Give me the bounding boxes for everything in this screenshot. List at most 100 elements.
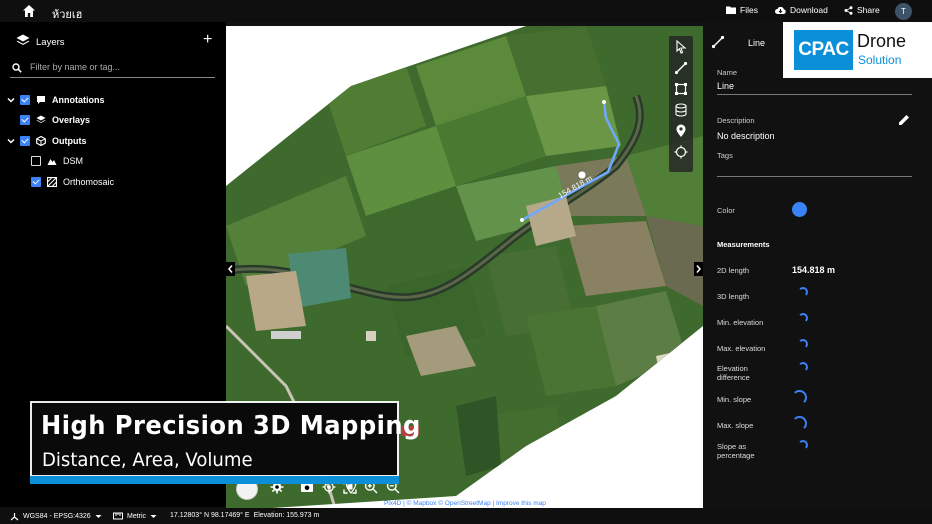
chevron-down-icon[interactable] <box>6 136 16 146</box>
layer-search-input[interactable] <box>30 62 210 72</box>
loading-spinner <box>798 362 808 372</box>
crosshair-icon[interactable] <box>674 145 688 159</box>
dropdown-icon <box>150 514 157 518</box>
line-icon <box>711 35 725 49</box>
logo-brand: CPAC <box>794 30 853 70</box>
files-button[interactable]: Files <box>726 5 758 15</box>
loading-spinner <box>798 440 808 450</box>
chevron-down-icon[interactable] <box>6 95 16 105</box>
download-label: Download <box>790 5 828 15</box>
marker-icon[interactable] <box>674 124 688 138</box>
layer-label: Annotations <box>52 95 105 105</box>
measurements-title: Measurements <box>717 240 770 249</box>
polygon-icon[interactable] <box>674 82 688 96</box>
caption-accent-bar <box>30 476 399 484</box>
image-icon <box>47 177 57 187</box>
orthomosaic-checkbox[interactable] <box>31 177 41 187</box>
tags-label: Tags <box>717 151 733 160</box>
annotation-type: Line <box>748 38 766 48</box>
share-label: Share <box>857 5 880 15</box>
folder-icon <box>726 6 736 14</box>
map-attribution: Pix4D | © Mapbox © OpenStreetMap | Impro… <box>384 500 546 507</box>
dropdown-icon <box>95 515 102 518</box>
description-label: Description <box>717 116 755 125</box>
crs-selector[interactable]: WGS84 - EPSG:4326 <box>10 512 102 521</box>
annotation-panel: Line Name Line Description No descriptio… <box>703 22 932 507</box>
color-label: Color <box>717 206 735 215</box>
status-bar: WGS84 - EPSG:4326 Metric 17.12803° N 98.… <box>0 508 932 524</box>
collapse-left-panel-button[interactable] <box>226 262 235 276</box>
line-icon[interactable] <box>674 61 688 75</box>
measurement-label: Slope as percentage <box>717 442 755 460</box>
attribution-osm[interactable]: © OpenStreetMap <box>438 500 490 507</box>
logo-word-solution: Solution <box>858 53 902 67</box>
layer-overlays[interactable]: Overlays <box>20 113 90 127</box>
annotations-checkbox[interactable] <box>20 95 30 105</box>
loading-spinner <box>792 390 807 405</box>
caption-subtitle: Distance, Area, Volume <box>42 449 253 471</box>
caption-title: High Precision 3D Mapping <box>41 411 421 441</box>
pointer-icon[interactable] <box>674 40 688 54</box>
attribution-pix4d[interactable]: Pix4D <box>384 500 401 507</box>
share-button[interactable]: Share <box>844 5 880 15</box>
layer-search <box>10 60 215 78</box>
measurement-label: 2D length <box>717 266 750 275</box>
measurement-label: Max. slope <box>717 421 754 430</box>
loading-spinner <box>792 416 807 431</box>
tags-underline[interactable] <box>717 176 912 177</box>
mountain-icon <box>47 159 57 165</box>
logo-word-drone: Drone <box>857 31 907 51</box>
measurement-label: 3D length <box>717 292 750 301</box>
measurement-value: 154.818 m <box>792 265 836 275</box>
layer-label: Orthomosaic <box>63 177 115 187</box>
coordinates-readout: 17.12803° N 98.17469° E <box>170 512 250 519</box>
dsm-checkbox[interactable] <box>31 156 41 166</box>
map-toolbar <box>669 36 693 172</box>
outputs-checkbox[interactable] <box>20 136 30 146</box>
chevron-left-icon <box>228 265 233 273</box>
measurement-label: Elevation difference <box>717 364 750 382</box>
measurement-label: Max. elevation <box>717 344 766 353</box>
volume-icon[interactable] <box>674 103 688 117</box>
layer-outputs[interactable]: Outputs <box>6 134 87 148</box>
layer-annotations[interactable]: Annotations <box>6 93 105 107</box>
units-selector[interactable]: Metric <box>113 512 157 520</box>
color-swatch[interactable] <box>792 202 807 217</box>
cursor-coordinates: 17.12803° N 98.17469° E Elevation: 155.9… <box>170 512 319 519</box>
search-icon <box>12 63 22 73</box>
units-label: Metric <box>127 512 147 520</box>
share-icon <box>844 5 853 15</box>
download-button[interactable]: Download <box>775 5 828 15</box>
chevron-right-icon <box>696 265 701 273</box>
layer-dsm[interactable]: DSM <box>31 154 83 168</box>
name-field[interactable]: Line <box>717 81 734 91</box>
layer-label: DSM <box>63 156 83 166</box>
home-icon[interactable] <box>22 4 36 18</box>
loading-spinner <box>798 287 808 297</box>
edit-icon[interactable] <box>897 113 911 127</box>
measurement-label: Min. slope <box>717 395 752 404</box>
cube-icon <box>36 136 46 146</box>
layer-label: Overlays <box>52 115 91 125</box>
add-layer-button[interactable]: + <box>203 32 212 48</box>
comment-icon <box>37 96 45 104</box>
cpac-logo: CPAC Drone Solution <box>783 22 932 78</box>
crs-label: WGS84 - EPSG:4326 <box>23 513 91 520</box>
attribution-improve[interactable]: Improve this map <box>496 500 546 507</box>
ruler-icon <box>113 512 123 520</box>
layers-title: Layers <box>36 37 65 48</box>
layer-orthomosaic[interactable]: Orthomosaic <box>31 175 114 189</box>
attribution-mapbox[interactable]: © Mapbox <box>407 500 437 507</box>
elevation-readout: Elevation: 155.973 m <box>253 512 320 519</box>
collapse-right-panel-button[interactable] <box>694 262 703 276</box>
caption-box: High Precision 3D Mapping Distance, Area… <box>32 403 420 475</box>
layer-label: Outputs <box>52 136 87 146</box>
name-underline <box>717 94 912 95</box>
measurement-label: Min. elevation <box>717 318 764 327</box>
video-caption: High Precision 3D Mapping Distance, Area… <box>30 401 420 484</box>
user-avatar[interactable]: T <box>895 3 912 20</box>
loading-spinner <box>798 339 808 349</box>
overlays-checkbox[interactable] <box>20 115 30 125</box>
description-field[interactable]: No description <box>717 131 775 141</box>
project-title: ห้วยเฮ <box>52 9 83 21</box>
